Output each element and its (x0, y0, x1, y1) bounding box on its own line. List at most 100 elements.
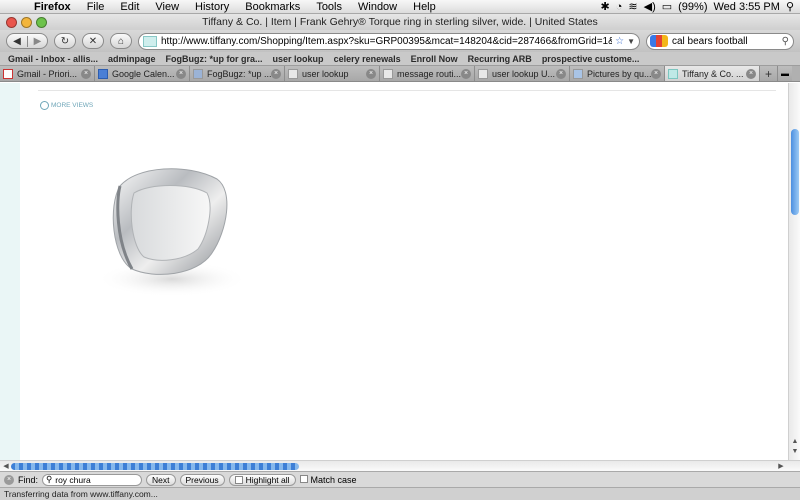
window-controls (0, 16, 47, 28)
bookmark-item[interactable]: Recurring ARB (468, 54, 532, 64)
tab-label: user lookup (302, 68, 349, 79)
bookmark-star-icon[interactable]: ☆ (612, 36, 627, 47)
menu-window[interactable]: Window (350, 1, 405, 13)
more-views-link[interactable]: MORE VIEWS (40, 101, 93, 110)
mac-menubar: Firefox File Edit View History Bookmarks… (0, 0, 800, 14)
find-search-icon: ⚲ (46, 474, 53, 484)
wifi-icon[interactable]: ≋ (628, 0, 637, 13)
vertical-scrollbar[interactable]: ▲ ▼ (788, 83, 800, 460)
search-go-icon[interactable]: ⚲ (782, 36, 793, 47)
tab-label: FogBugz: *up ... (207, 68, 271, 79)
horizontal-scroll-thumb[interactable] (11, 463, 299, 470)
close-window-button[interactable] (6, 16, 17, 28)
close-tab-icon[interactable]: × (271, 68, 281, 79)
match-case-option[interactable]: Match case (299, 474, 357, 485)
find-previous-button[interactable]: Previous (179, 473, 225, 486)
magnifier-icon (40, 101, 49, 110)
page-icon (383, 68, 393, 79)
url-text[interactable]: http://www.tiffany.com/Shopping/Item.asp… (161, 36, 612, 47)
find-next-button[interactable]: Next (146, 473, 176, 486)
battery-icon[interactable]: ▭ (662, 0, 672, 13)
back-button[interactable]: ◀ (7, 35, 28, 47)
reload-button[interactable]: ↻ (54, 33, 76, 49)
close-tab-icon[interactable]: × (176, 68, 186, 79)
battery-percent: (99%) (678, 0, 708, 13)
highlight-all-checkbox[interactable] (234, 475, 243, 484)
tab-fogbugz[interactable]: FogBugz: *up ... × (190, 66, 285, 81)
volume-icon[interactable]: ◀) (644, 0, 656, 13)
window-title: Tiffany & Co. | Item | Frank Gehry® Torq… (202, 16, 598, 28)
tab-gmail[interactable]: Gmail - Priori... × (0, 66, 95, 81)
calendar-icon (98, 68, 108, 79)
close-tab-icon[interactable]: × (556, 68, 566, 79)
bookmark-item[interactable]: Gmail - Inbox - allis... (8, 54, 98, 64)
list-all-tabs-icon[interactable]: ▬ (778, 66, 792, 81)
bookmark-item[interactable]: adminpage (108, 54, 156, 64)
url-bar[interactable]: http://www.tiffany.com/Shopping/Item.asp… (138, 32, 640, 50)
tab-label: Google Calen... (112, 68, 175, 79)
menu-edit[interactable]: Edit (112, 1, 147, 13)
find-bar: × Find: ⚲ roy chura Next Previous Highli… (0, 471, 800, 487)
tab-label: Gmail - Priori... (17, 68, 78, 79)
forward-button[interactable]: ▶ (28, 36, 47, 47)
navigation-toolbar: ◀ ▶ ↻ ✕ ⌂ http://www.tiffany.com/Shoppin… (0, 30, 800, 52)
tab-user-lookup-2[interactable]: user lookup U... × (475, 66, 570, 81)
bookmark-item[interactable]: Enroll Now (411, 54, 458, 64)
home-icon: ⌂ (117, 35, 125, 47)
menu-view[interactable]: View (147, 1, 187, 13)
close-find-bar-icon[interactable]: × (4, 474, 14, 485)
tab-user-lookup[interactable]: user lookup × (285, 66, 380, 81)
product-ring-image[interactable] (92, 161, 252, 301)
vertical-scroll-thumb[interactable] (791, 129, 799, 215)
search-input[interactable]: cal bears football (672, 36, 748, 47)
menu-bookmarks[interactable]: Bookmarks (237, 1, 308, 13)
scroll-down-icon[interactable]: ▼ (789, 448, 800, 458)
stop-button[interactable]: ✕ (82, 33, 104, 49)
close-tab-icon[interactable]: × (461, 68, 471, 79)
scroll-up-icon[interactable]: ▲ (789, 438, 800, 448)
bookmarks-toolbar: Gmail - Inbox - allis... adminpage FogBu… (0, 52, 800, 66)
menu-tools[interactable]: Tools (308, 1, 350, 13)
tab-pictures[interactable]: Pictures by qu... × (570, 66, 665, 81)
fogbugz-icon (193, 68, 203, 79)
bluetooth-icon[interactable]: ✱ (601, 0, 610, 13)
menu-file[interactable]: File (79, 1, 113, 13)
bookmark-item[interactable]: FogBugz: *up for gra... (166, 54, 263, 64)
menu-help[interactable]: Help (405, 1, 444, 13)
zoom-window-button[interactable] (36, 16, 47, 28)
find-input-value[interactable]: roy chura (55, 475, 90, 485)
bookmark-item[interactable]: celery renewals (334, 54, 401, 64)
horizontal-scrollbar[interactable]: ◀ ▶ (0, 460, 800, 471)
new-tab-button[interactable]: + (760, 66, 778, 81)
menu-app-name[interactable]: Firefox (26, 1, 79, 13)
close-tab-icon[interactable]: × (366, 68, 376, 79)
google-search-engine-icon[interactable] (650, 35, 668, 47)
close-tab-icon[interactable]: × (746, 68, 756, 79)
bookmark-item[interactable]: prospective custome... (542, 54, 640, 64)
page-icon (288, 68, 298, 79)
page-content: MORE VIEWS (0, 83, 788, 460)
tab-message-routing[interactable]: message routi... × (380, 66, 475, 81)
spotlight-icon[interactable]: ⚲ (786, 0, 794, 13)
find-input[interactable]: ⚲ roy chura (42, 473, 143, 486)
search-bar[interactable]: cal bears football ⚲ (646, 32, 794, 50)
tab-strip: Gmail - Priori... × Google Calen... × Fo… (0, 66, 800, 82)
tab-label: message routi... (397, 68, 461, 79)
url-dropdown-icon[interactable]: ▼ (627, 37, 639, 46)
time-machine-icon[interactable]: ◔ (616, 1, 623, 13)
minimize-window-button[interactable] (21, 16, 32, 28)
page-icon (478, 68, 488, 79)
close-tab-icon[interactable]: × (81, 68, 91, 79)
match-case-checkbox[interactable] (299, 474, 308, 483)
menu-history[interactable]: History (187, 1, 237, 13)
close-tab-icon[interactable]: × (651, 68, 661, 79)
highlight-all-button[interactable]: Highlight all (228, 473, 296, 486)
highlight-all-label: Highlight all (245, 474, 290, 485)
tab-google-calendar[interactable]: Google Calen... × (95, 66, 190, 81)
picture-icon (573, 68, 583, 79)
clock[interactable]: Wed 3:55 PM (713, 1, 779, 13)
tab-tiffany[interactable]: Tiffany & Co. ... × (665, 66, 760, 81)
bookmark-item[interactable]: user lookup (273, 54, 324, 64)
gmail-icon (3, 68, 13, 79)
home-button[interactable]: ⌂ (110, 33, 132, 49)
